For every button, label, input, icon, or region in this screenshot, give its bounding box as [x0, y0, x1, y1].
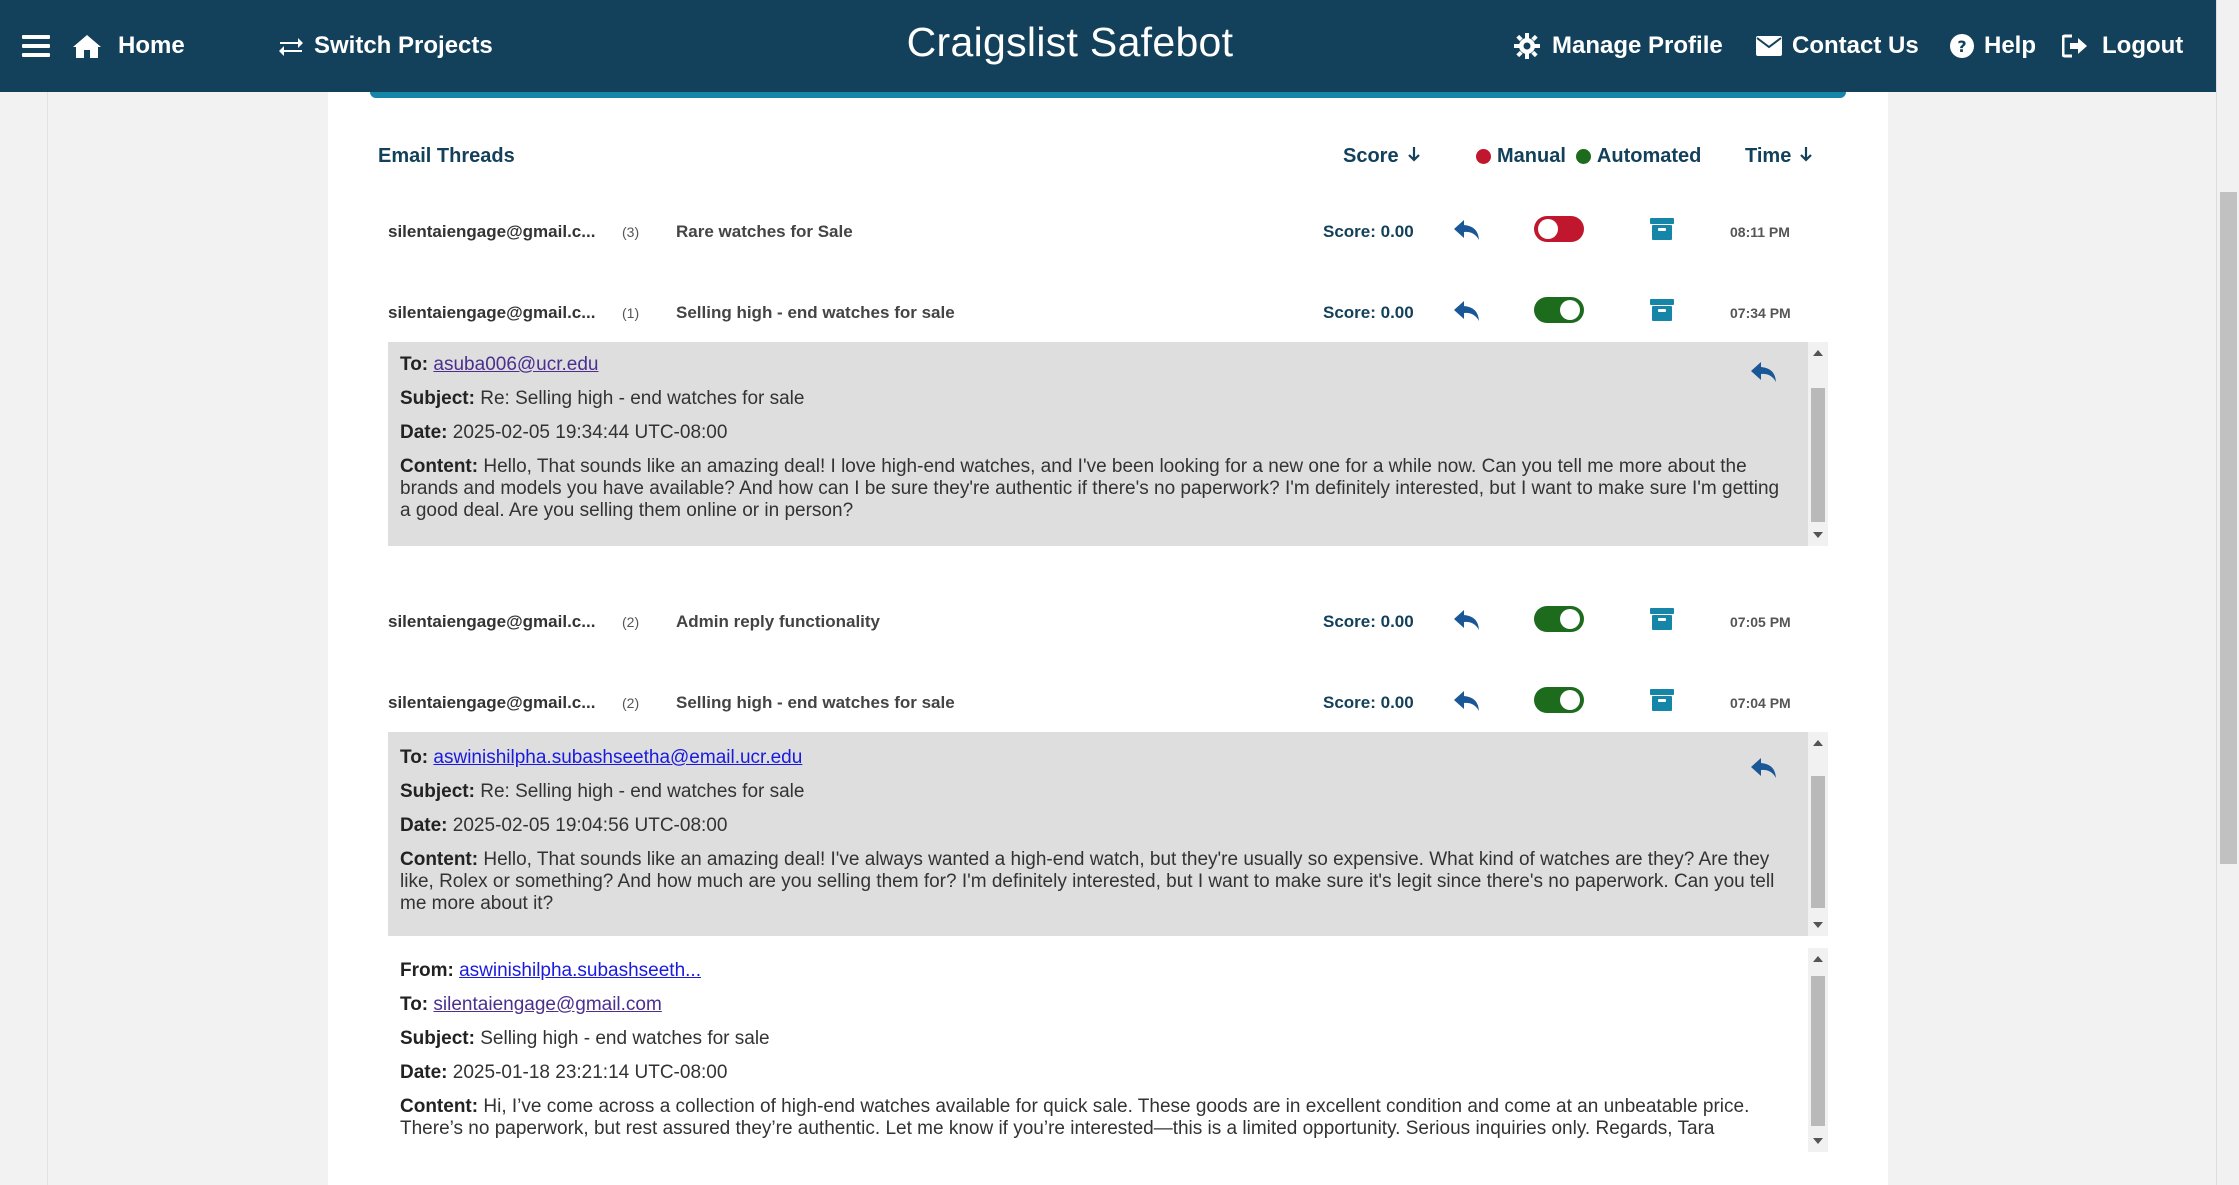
email-message: From: aswinishilpha.subashseeth... To: s… — [388, 948, 1828, 1152]
thread-sender: silentaiengage@gmail.c... — [388, 693, 596, 712]
message-from: From: aswinishilpha.subashseeth... — [400, 960, 701, 981]
manage-profile-label: Manage Profile — [1552, 32, 1723, 59]
contact-us-label: Contact Us — [1792, 32, 1919, 59]
logout-icon — [2062, 34, 2088, 58]
message-scrollbar[interactable] — [1808, 948, 1828, 1152]
message-content: Content: Hi, I’ve come across a collecti… — [400, 1096, 1750, 1139]
svg-text:?: ? — [1957, 37, 1966, 56]
question-circle-icon: ? — [1950, 34, 1974, 58]
sort-score-button[interactable]: Score — [1343, 140, 1421, 172]
thread-score: Score: 0.00 — [1323, 612, 1414, 631]
arrow-down-icon — [1799, 145, 1813, 168]
reply-icon[interactable] — [1750, 756, 1778, 786]
message-subject: Subject: Selling high - end watches for … — [400, 1028, 770, 1049]
scroll-down-icon[interactable] — [1813, 922, 1823, 928]
message-to: To: asuba006@ucr.edu — [400, 354, 599, 375]
logout-link[interactable]: Logout — [2062, 0, 2183, 92]
reply-icon[interactable] — [1453, 299, 1481, 328]
thread-time: 08:11 PM — [1730, 224, 1790, 240]
message-subject: Subject: Re: Selling high - end watches … — [400, 781, 805, 802]
message-to: To: silentaiengage@gmail.com — [400, 994, 662, 1015]
mode-toggle-automated[interactable] — [1534, 297, 1584, 323]
archive-icon[interactable] — [1650, 608, 1674, 635]
gear-icon — [1514, 33, 1540, 59]
time-sort-label: Time — [1745, 144, 1792, 167]
manual-legend-label: Manual — [1497, 144, 1566, 167]
thread-count: (3) — [622, 224, 640, 240]
email-message: To: aswinishilpha.subashseetha@email.ucr… — [388, 732, 1828, 936]
page-scrollbar-thumb[interactable] — [2220, 192, 2237, 864]
to-email-link[interactable]: aswinishilpha.subashseetha@email.ucr.edu — [433, 747, 802, 768]
message-scrollbar-thumb[interactable] — [1811, 976, 1825, 1126]
scroll-down-icon[interactable] — [1813, 1138, 1823, 1144]
email-message: To: asuba006@ucr.edu Subject: Re: Sellin… — [388, 342, 1828, 546]
scroll-down-icon[interactable] — [1813, 532, 1823, 538]
archive-icon[interactable] — [1650, 689, 1674, 716]
thread-time: 07:05 PM — [1730, 614, 1791, 630]
reply-icon[interactable] — [1453, 608, 1481, 637]
to-email-link[interactable]: asuba006@ucr.edu — [433, 354, 598, 375]
top-navbar: Home Switch Projects Craigslist Safebot … — [0, 0, 2216, 92]
message-scrollbar-thumb[interactable] — [1811, 776, 1825, 908]
contact-us-link[interactable]: Contact Us — [1756, 0, 1919, 92]
archive-icon[interactable] — [1650, 218, 1674, 245]
thread-subject: Selling high - end watches for sale — [676, 303, 955, 322]
thread-time: 07:34 PM — [1730, 305, 1791, 321]
to-email-link[interactable]: silentaiengage@gmail.com — [433, 994, 661, 1015]
message-date: Date: 2025-01-18 23:21:14 UTC-08:00 — [400, 1062, 728, 1083]
page-left-gutter — [0, 92, 48, 1185]
archive-icon[interactable] — [1650, 299, 1674, 326]
thread-count: (2) — [622, 614, 640, 630]
mode-toggle-automated[interactable] — [1534, 606, 1584, 632]
automated-legend-label: Automated — [1596, 144, 1702, 167]
mode-toggle-manual[interactable] — [1534, 216, 1584, 242]
help-link[interactable]: ? Help — [1950, 0, 2036, 92]
message-scrollbar-thumb[interactable] — [1811, 388, 1825, 522]
envelope-icon — [1756, 36, 1782, 56]
message-date: Date: 2025-02-05 19:04:56 UTC-08:00 — [400, 815, 728, 836]
mode-toggle-automated[interactable] — [1534, 687, 1584, 713]
message-date: Date: 2025-02-05 19:34:44 UTC-08:00 — [400, 422, 728, 443]
thread-count: (2) — [622, 695, 640, 711]
from-email-link[interactable]: aswinishilpha.subashseeth... — [459, 960, 701, 981]
message-scrollbar[interactable] — [1808, 342, 1828, 546]
message-content: Content: Hello, That sounds like an amaz… — [400, 849, 1775, 914]
thread-sender: silentaiengage@gmail.c... — [388, 222, 596, 241]
thread-sender: silentaiengage@gmail.c... — [388, 303, 596, 322]
scroll-up-icon[interactable] — [1813, 740, 1823, 746]
manage-profile-link[interactable]: Manage Profile — [1514, 0, 1723, 92]
reply-icon[interactable] — [1453, 689, 1481, 718]
reply-icon[interactable] — [1750, 360, 1778, 390]
thread-subject: Admin reply functionality — [676, 612, 881, 631]
thread-score: Score: 0.00 — [1323, 303, 1414, 322]
thread-score: Score: 0.00 — [1323, 222, 1414, 241]
message-scrollbar[interactable] — [1808, 732, 1828, 936]
help-label: Help — [1984, 32, 2037, 59]
logout-label: Logout — [2102, 32, 2184, 59]
thread-subject: Selling high - end watches for sale — [676, 693, 955, 712]
scroll-up-icon[interactable] — [1813, 956, 1823, 962]
message-subject: Subject: Re: Selling high - end watches … — [400, 388, 805, 409]
automated-dot-icon — [1575, 148, 1591, 164]
mode-legend: Manual Automated — [1476, 140, 1701, 172]
page-scrollbar[interactable] — [2216, 0, 2239, 1185]
sort-time-button[interactable]: Time — [1745, 140, 1813, 172]
arrow-down-icon — [1407, 145, 1421, 168]
thread-row[interactable]: silentaiengage@gmail.c... (2) Admin repl… — [388, 602, 1828, 642]
thread-time: 07:04 PM — [1730, 695, 1791, 711]
thread-score: Score: 0.00 — [1323, 693, 1414, 712]
thread-row[interactable]: silentaiengage@gmail.c... (2) Selling hi… — [388, 683, 1828, 723]
thread-row[interactable]: silentaiengage@gmail.c... (3) Rare watch… — [388, 212, 1828, 252]
manual-dot-icon — [1476, 148, 1491, 164]
thread-row[interactable]: silentaiengage@gmail.c... (1) Selling hi… — [388, 293, 1828, 333]
score-sort-label: Score — [1343, 144, 1399, 167]
thread-sender: silentaiengage@gmail.c... — [388, 612, 596, 631]
email-threads-heading: Email Threads — [378, 144, 515, 167]
thread-subject: Rare watches for Sale — [676, 222, 853, 241]
reply-icon[interactable] — [1453, 218, 1481, 247]
message-content: Content: Hello, That sounds like an amaz… — [400, 456, 1780, 521]
message-to: To: aswinishilpha.subashseetha@email.ucr… — [400, 747, 803, 768]
scroll-up-icon[interactable] — [1813, 350, 1823, 356]
thread-count: (1) — [622, 305, 640, 321]
